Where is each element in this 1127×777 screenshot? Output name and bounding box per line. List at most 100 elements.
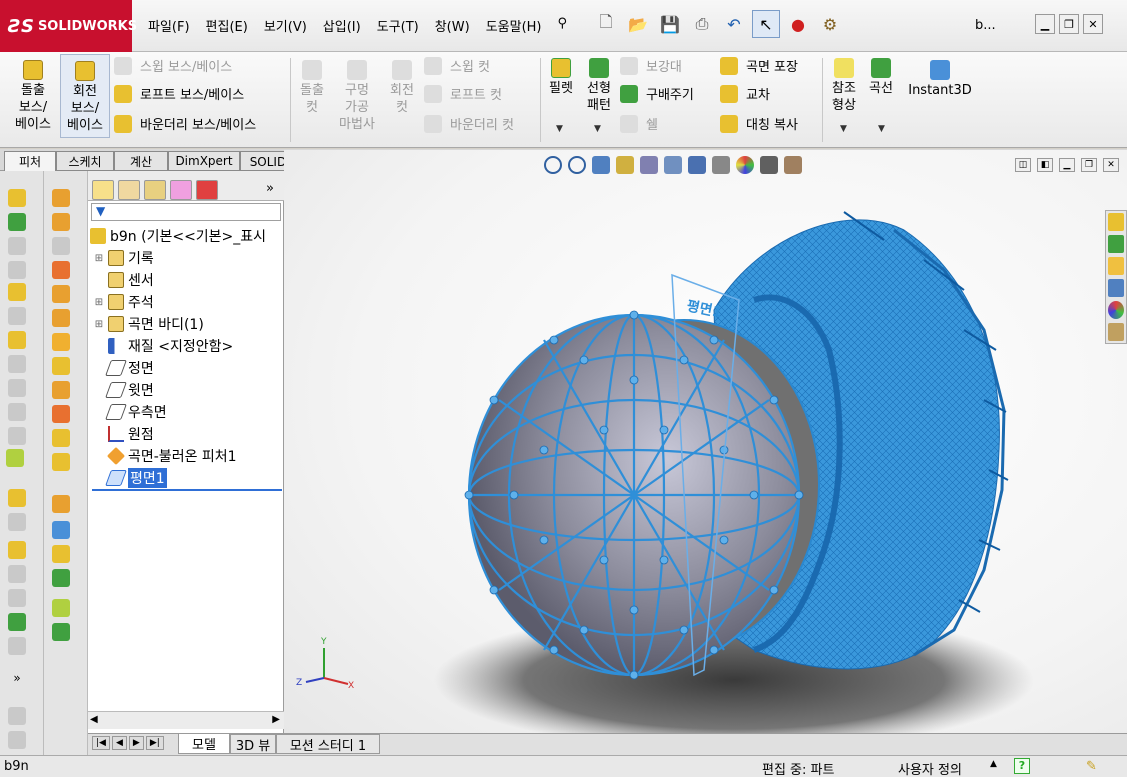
tree-item-material[interactable]: 재질 <지정안함> [88, 335, 284, 357]
menu-window[interactable]: 창(W) [427, 14, 478, 37]
revolve-cut-button[interactable]: 회전 컷 [384, 60, 420, 116]
surface-revolve-icon[interactable] [52, 213, 70, 231]
status-units[interactable]: 사용자 정의 [898, 759, 962, 777]
pin-icon[interactable]: ⚲ [550, 14, 576, 37]
chevron-down-icon[interactable]: » [8, 671, 26, 689]
configuration-tab-icon[interactable] [144, 180, 166, 200]
select-icon[interactable]: ↖ [752, 10, 780, 38]
surface-extrude-icon[interactable] [52, 189, 70, 207]
instant3d-button[interactable]: Instant3D [906, 60, 974, 99]
reference-point-icon[interactable] [52, 599, 70, 617]
revolve-boss-button[interactable]: 회전 보스/ 베이스 [60, 54, 110, 138]
tree-item-origin[interactable]: 원점 [88, 423, 284, 445]
first-tab-icon[interactable]: |◀ [92, 736, 110, 750]
menu-view[interactable]: 보기(V) [256, 14, 315, 37]
curves-button[interactable]: 곡선 [864, 58, 898, 97]
radiate-surface-icon[interactable] [52, 405, 70, 423]
scroll-left-icon[interactable]: ◀ [90, 714, 98, 725]
menu-insert[interactable]: 삽입(I) [315, 14, 369, 37]
box-icon[interactable] [8, 707, 26, 725]
property-tab-icon[interactable] [118, 180, 140, 200]
last-tab-icon[interactable]: ▶| [145, 736, 164, 750]
knit-icon[interactable] [8, 613, 26, 631]
dimension-icon[interactable] [8, 213, 26, 231]
trim-icon[interactable] [8, 261, 26, 279]
planar-surface-icon[interactable] [52, 333, 70, 351]
knit-surface-icon[interactable] [52, 545, 70, 563]
rebuild-icon[interactable]: ● [784, 10, 812, 38]
filter-input[interactable]: ▼ [91, 203, 281, 221]
tab-sketch[interactable]: 스케치 [56, 151, 114, 171]
file-icon[interactable] [8, 731, 26, 749]
tab-3d-view[interactable]: 3D 뷰 [230, 734, 276, 754]
tree-root[interactable]: b9n (기본<<기본>_표시 [88, 225, 284, 247]
next-tab-icon[interactable]: ▶ [128, 736, 144, 750]
extend-surface-icon[interactable] [52, 495, 70, 513]
tree-item-front-plane[interactable]: 정면 [88, 357, 284, 379]
undo-icon[interactable]: ↶ [720, 10, 748, 38]
filled-surface-icon[interactable] [52, 309, 70, 327]
extrude-cut-button[interactable]: 돌출 컷 [294, 60, 330, 116]
extrude-boss-button[interactable]: 돌출 보스/ 베이스 [10, 60, 56, 133]
tree-item-history[interactable]: ⊞ 기록 [88, 247, 284, 269]
tab-features[interactable]: 피처 [4, 151, 56, 171]
thicken-surface-icon[interactable] [52, 569, 70, 587]
surface-loft-icon[interactable] [52, 261, 70, 279]
tab-motion-study[interactable]: 모션 스터디 1 [276, 734, 380, 754]
wrap-button[interactable]: 곡면 포장 [720, 56, 798, 75]
feature-tree-tab-icon[interactable] [92, 180, 114, 200]
rebuild-status-icon[interactable]: ✎ [1086, 759, 1097, 774]
chevron-down-icon[interactable]: ▼ [840, 124, 847, 134]
intersect-button[interactable]: 교차 [720, 84, 770, 103]
plane-icon[interactable] [8, 355, 26, 373]
curve-icon[interactable] [52, 623, 70, 641]
tab-evaluate[interactable]: 계산 [114, 151, 168, 171]
sweep-boss-button[interactable]: 스윕 보스/베이스 [114, 56, 232, 75]
3d-model[interactable]: 평면1 Y X Z [284, 150, 1127, 755]
surface-sweep-icon[interactable] [52, 237, 70, 255]
minimize-icon[interactable]: ▁ [1035, 14, 1055, 34]
loft-icon[interactable] [8, 541, 26, 559]
rollback-bar[interactable] [92, 489, 282, 491]
cut-icon[interactable] [8, 307, 26, 325]
delete-face-icon[interactable] [52, 429, 70, 447]
trim-surface-icon[interactable] [8, 637, 26, 655]
restore-icon[interactable]: ❐ [1059, 14, 1079, 34]
tree-item-plane1[interactable]: 평면1 [88, 467, 284, 489]
print-icon[interactable]: ⎙ [688, 10, 716, 38]
graphics-area[interactable]: ◫ ◧ ▁ ❐ ✕ 평면1 Y X Z [284, 150, 1127, 755]
offset-surface-icon[interactable] [52, 357, 70, 375]
replace-face-icon[interactable] [52, 453, 70, 471]
tree-item-surface-bodies[interactable]: ⊞ 곡면 바디(1) [88, 313, 284, 335]
pattern-icon[interactable] [8, 379, 26, 397]
tree-item-annotations[interactable]: ⊞ 주석 [88, 291, 284, 313]
open-icon[interactable]: 📂 [624, 10, 652, 38]
new-icon[interactable]: 🗋 [592, 10, 620, 38]
boundary-cut-button[interactable]: 바운더리 컷 [424, 114, 514, 133]
feature-icon[interactable] [8, 331, 26, 349]
menu-edit[interactable]: 편집(E) [198, 14, 256, 37]
3d-sketch-icon[interactable] [8, 189, 26, 207]
mirror-button[interactable]: 대칭 복사 [720, 114, 798, 133]
thicken-icon[interactable] [8, 589, 26, 607]
expand-icon[interactable]: ⊞ [94, 253, 104, 264]
loft-cut-button[interactable]: 로프트 컷 [424, 84, 502, 103]
fillet-button[interactable]: 필렛 [544, 58, 578, 97]
mirror-icon[interactable] [8, 403, 26, 421]
prev-tab-icon[interactable]: ◀ [111, 736, 127, 750]
ruled-surface-icon[interactable] [52, 381, 70, 399]
hole-wizard-button[interactable]: 구멍 가공 마법사 [334, 60, 380, 133]
menu-file[interactable]: 파일(F) [140, 14, 198, 37]
untrim-surface-icon[interactable] [52, 521, 70, 539]
sweep-cut-button[interactable]: 스윕 컷 [424, 56, 490, 75]
tree-item-right-plane[interactable]: 우측면 [88, 401, 284, 423]
rib-button[interactable]: 보강대 [620, 56, 682, 75]
close-icon[interactable]: ✕ [1083, 14, 1103, 34]
menu-help[interactable]: 도움말(H) [478, 14, 550, 37]
extrude-icon[interactable] [8, 283, 26, 301]
horizontal-scrollbar[interactable]: ◀ ▶ [88, 711, 284, 729]
ruled-icon[interactable] [8, 513, 26, 531]
chevron-down-icon[interactable]: ▼ [594, 124, 601, 134]
scroll-right-icon[interactable]: ▶ [272, 714, 280, 725]
shell-icon[interactable] [8, 427, 26, 445]
